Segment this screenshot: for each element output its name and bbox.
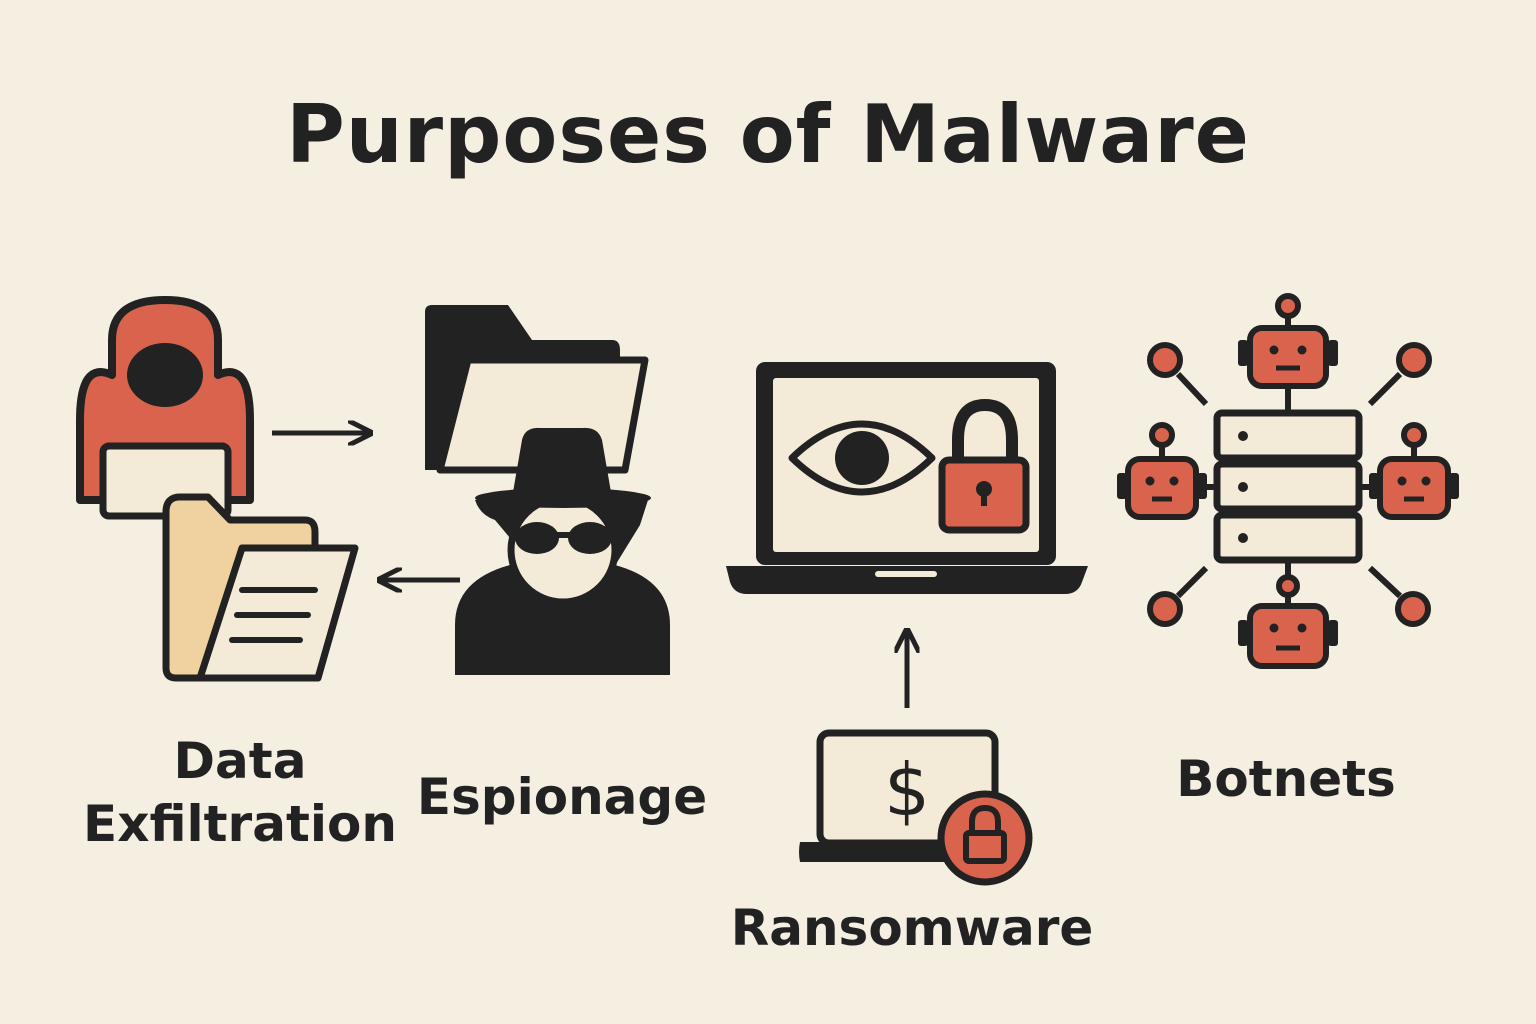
node-icon (1147, 342, 1209, 407)
node-icon (1147, 565, 1209, 627)
dollar-icon: $ (884, 748, 930, 832)
robot-icon (1369, 422, 1459, 520)
server-icon (1196, 389, 1380, 603)
label-ransomware: Ransomware (730, 899, 1094, 957)
robot-icon (1117, 422, 1207, 520)
robot-icon (1238, 293, 1338, 389)
lock-badge-icon (937, 790, 1033, 886)
label-espionage: Espionage (416, 768, 708, 826)
robot-icon (1238, 574, 1338, 669)
label-botnets: Botnets (1176, 750, 1396, 808)
diagram-canvas: $ (76, 293, 1459, 886)
node-icon (1367, 342, 1432, 407)
label-data-exfiltration: Data Exfiltration (83, 732, 397, 853)
diagram: Purposes of Malware $ Data Exfiltration … (0, 0, 1536, 1024)
svg-text:$: $ (884, 748, 930, 832)
node-icon (1367, 565, 1431, 627)
